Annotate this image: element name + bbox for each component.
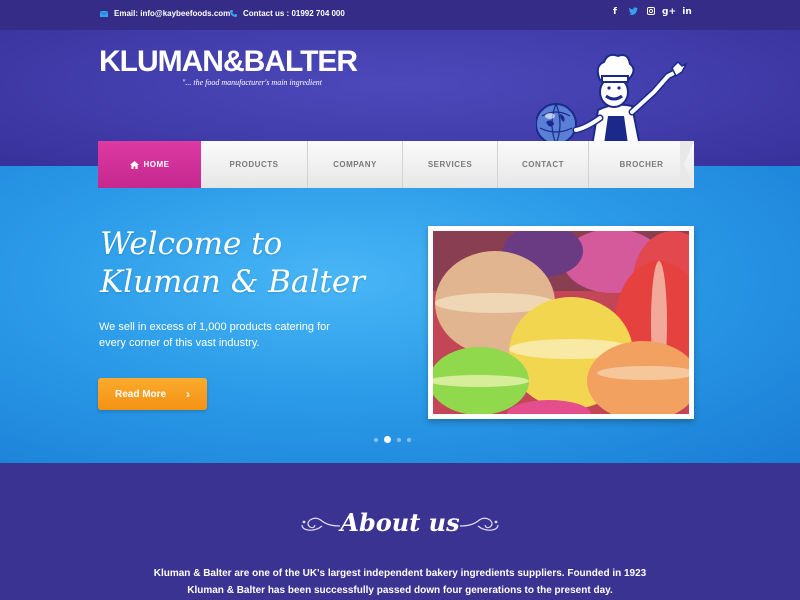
nav-services-label: SERVICES bbox=[427, 160, 473, 169]
phone-icon bbox=[230, 10, 237, 17]
hero-title-line-1: Welcome to bbox=[100, 226, 283, 262]
slider-dots bbox=[374, 436, 411, 443]
nav-company[interactable]: COMPANY bbox=[308, 141, 403, 188]
nav-company-label: COMPANY bbox=[333, 160, 377, 169]
hero-title-line-2: Kluman & Balter bbox=[100, 264, 365, 300]
logo[interactable]: KLUMAN&BALTER bbox=[99, 47, 358, 77]
twitter-icon[interactable] bbox=[624, 7, 642, 18]
social-links: f g+ in bbox=[606, 7, 696, 18]
slider-dot[interactable] bbox=[407, 437, 411, 442]
read-more-label: Read More bbox=[115, 388, 167, 400]
nav-contact-label: CONTACT bbox=[521, 160, 564, 169]
phone-info[interactable]: Contact us : 01992 704 000 bbox=[230, 9, 345, 18]
hero-title: Welcome to Kluman & Balter bbox=[100, 225, 365, 301]
home-icon bbox=[129, 160, 139, 169]
nav-ribbon-tail bbox=[680, 141, 694, 188]
about-title: About us bbox=[340, 508, 460, 537]
top-bar: Email: info@kaybeefoods.com Contact us :… bbox=[0, 0, 800, 30]
chevron-right-icon: › bbox=[186, 387, 190, 401]
nav-contact[interactable]: CONTACT bbox=[498, 141, 589, 188]
chef-mascot-icon bbox=[536, 53, 688, 147]
nav-products-label: PRODUCTS bbox=[229, 160, 279, 169]
slider-dot[interactable] bbox=[397, 437, 401, 442]
envelope-icon bbox=[100, 10, 108, 17]
nav-brocher[interactable]: BROCHER bbox=[589, 141, 694, 188]
nav-products[interactable]: PRODUCTS bbox=[201, 141, 308, 188]
email-text: Email: info@kaybeefoods.com bbox=[114, 9, 231, 18]
macarons-image bbox=[433, 231, 689, 414]
nav-brocher-label: BROCHER bbox=[619, 160, 664, 169]
facebook-icon[interactable]: f bbox=[606, 7, 624, 18]
swirl-ornament-right-icon bbox=[460, 517, 499, 531]
google-plus-icon[interactable]: g+ bbox=[660, 7, 678, 18]
tagline: "... the food manufacturer's main ingred… bbox=[182, 78, 323, 87]
nav-home-label: HOME bbox=[143, 160, 170, 169]
hero-image-frame bbox=[428, 226, 694, 419]
instagram-icon[interactable] bbox=[642, 7, 660, 18]
about-text: Kluman & Balter are one of the UK's larg… bbox=[153, 568, 647, 596]
slider-dot[interactable] bbox=[374, 437, 378, 442]
contact-text: Contact us : 01992 704 000 bbox=[243, 9, 345, 18]
slider-dot-active[interactable] bbox=[384, 436, 391, 443]
email-info[interactable]: Email: info@kaybeefoods.com bbox=[100, 9, 230, 18]
read-more-button[interactable]: Read More › bbox=[98, 378, 207, 410]
hero-lead-text: We sell in excess of 1,000 products cate… bbox=[99, 321, 330, 349]
nav-services[interactable]: SERVICES bbox=[403, 141, 498, 188]
linkedin-icon[interactable]: in bbox=[678, 7, 696, 18]
main-nav: HOME PRODUCTS COMPANY SERVICES CONTACT B… bbox=[98, 141, 694, 188]
nav-home[interactable]: HOME bbox=[98, 141, 201, 188]
